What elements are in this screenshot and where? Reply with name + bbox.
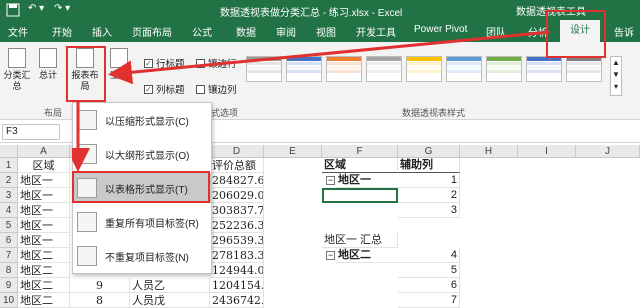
menu-item-no-repeat-labels[interactable]: 不重复项目标签(N) <box>73 241 211 271</box>
subtotals-button[interactable]: 分类汇总 <box>0 48 34 92</box>
cell-d[interactable]: 284827.60 <box>210 173 264 188</box>
row-header[interactable]: 4 <box>0 203 18 218</box>
row-header[interactable]: 6 <box>0 233 18 248</box>
column-header[interactable]: J <box>576 145 640 158</box>
banded-cols-label: 镶边列 <box>208 85 237 96</box>
group-styles-label: 数据透视表样式 <box>402 108 466 118</box>
no-repeat-labels-icon <box>77 246 97 266</box>
grand-totals-icon <box>39 48 57 68</box>
unchecked-box-icon <box>196 84 205 94</box>
pivot-subtotal-label[interactable]: 地区一 汇总 <box>322 233 398 248</box>
arrow-icon <box>108 30 551 84</box>
cell-a[interactable]: 地区二 <box>18 263 70 278</box>
pivot-row-label[interactable]: 地区一 <box>336 173 398 188</box>
row-header[interactable]: 3 <box>0 188 18 203</box>
column-header[interactable]: I <box>518 145 576 158</box>
annotation-box-tabular <box>72 171 210 203</box>
arrow-icon <box>72 102 90 172</box>
cell-a[interactable]: 地区二 <box>18 278 70 293</box>
cell-c[interactable]: 人员戊 <box>130 293 210 308</box>
cell-a[interactable]: 地区一 <box>18 218 70 233</box>
cell-a[interactable]: 地区一 <box>18 203 70 218</box>
cell-d[interactable]: 206029.06 <box>210 188 264 203</box>
save-icon[interactable] <box>6 3 20 17</box>
gallery-scroll-icon[interactable]: ▲ ▼ ▾ <box>610 56 622 96</box>
cell-a[interactable]: 地区二 <box>18 293 70 308</box>
pivot-value[interactable]: 7 <box>398 293 460 308</box>
grand-totals-button[interactable]: 总计 <box>34 48 62 81</box>
cell-a1[interactable]: 区域 <box>18 158 70 173</box>
pivot-value[interactable]: 2 <box>398 188 460 203</box>
tab-tell-me[interactable]: 告诉 <box>614 24 634 39</box>
menu-item-repeat-labels[interactable]: 重复所有项目标签(R) <box>73 207 211 237</box>
pivot-row-label[interactable]: 地区二 <box>336 248 398 263</box>
cell-d[interactable]: 278183.30 <box>210 248 264 263</box>
cell-b[interactable]: 8 <box>70 293 130 308</box>
row-header[interactable]: 7 <box>0 248 18 263</box>
menu-item-label: 重复所有项目标签(R) <box>105 218 199 230</box>
pivot-value[interactable]: 6 <box>398 278 460 293</box>
column-header[interactable]: E <box>264 145 322 158</box>
grand-totals-label: 总计 <box>38 70 57 80</box>
cell-a[interactable]: 地区一 <box>18 173 70 188</box>
cell-b[interactable]: 9 <box>70 278 130 293</box>
group-layout-label: 布局 <box>44 108 63 118</box>
row-header[interactable]: 8 <box>0 263 18 278</box>
repeat-labels-icon <box>77 212 97 232</box>
pivot-header-helper[interactable]: 辅助列 <box>398 158 460 173</box>
column-header[interactable]: F <box>322 145 398 158</box>
column-header[interactable]: A <box>18 145 70 158</box>
pivot-value[interactable]: 3 <box>398 203 460 218</box>
row-header[interactable]: 1 <box>0 158 18 173</box>
name-box[interactable]: F3 <box>2 124 60 140</box>
subtotals-icon <box>8 48 26 68</box>
pivot-style-tile[interactable] <box>566 56 602 82</box>
col-headers-label: 列标题 <box>156 85 185 96</box>
redo-icon[interactable]: ↷ ▾ <box>54 3 70 14</box>
row-header[interactable]: 5 <box>0 218 18 233</box>
selected-cell-f3[interactable] <box>322 188 398 203</box>
menu-item-compact[interactable]: 以压缩形式显示(C) <box>73 105 211 135</box>
checkmark-icon: ✓ <box>144 84 153 94</box>
cell-d[interactable]: 1204154.88 <box>210 278 264 293</box>
column-header[interactable]: G <box>398 145 460 158</box>
cell-d[interactable]: 2436742.00 <box>210 293 264 308</box>
excel-window: ↶ ▾ ↷ ▾ 数据透视表做分类汇总 - 练习.xlsx - Excel 数据透… <box>0 0 640 308</box>
pivot-value[interactable]: 4 <box>398 248 460 263</box>
collapse-icon[interactable]: − <box>326 251 335 260</box>
menu-item-outline[interactable]: 以大纲形式显示(O) <box>73 139 211 169</box>
row-header[interactable]: 10 <box>0 293 18 308</box>
menu-item-label: 以压缩形式显示(C) <box>105 116 189 128</box>
row-header[interactable]: 2 <box>0 173 18 188</box>
pivot-header-region[interactable]: 区域 <box>322 158 398 173</box>
menu-item-label: 不重复项目标签(N) <box>105 252 189 264</box>
cell-d[interactable]: 303837.76 <box>210 203 264 218</box>
banded-cols-checkbox[interactable]: 镶边列 <box>196 82 237 96</box>
col-headers-checkbox[interactable]: ✓ 列标题 <box>144 82 185 96</box>
cell-d[interactable]: 124944.00 <box>210 263 264 278</box>
cell-d[interactable]: 252236.30 <box>210 218 264 233</box>
subtotals-label: 分类汇总 <box>3 70 31 91</box>
pivot-value[interactable]: 5 <box>398 263 460 278</box>
collapse-icon[interactable]: − <box>326 176 335 185</box>
title-bar: ↶ ▾ ↷ ▾ 数据透视表做分类汇总 - 练习.xlsx - Excel 数据透… <box>0 0 640 20</box>
row-header[interactable]: 9 <box>0 278 18 293</box>
cell-a[interactable]: 地区一 <box>18 188 70 203</box>
cell-d1[interactable]: 评价总额 <box>210 158 264 173</box>
pivot-value[interactable]: 1 <box>398 173 460 188</box>
tab-home[interactable]: 开始 <box>52 24 72 39</box>
cell-a[interactable]: 地区二 <box>18 248 70 263</box>
column-header[interactable]: D <box>210 145 264 158</box>
select-all-corner[interactable] <box>0 145 18 158</box>
cell-c[interactable]: 人员乙 <box>130 278 210 293</box>
tab-file[interactable]: 文件 <box>8 24 28 39</box>
cell-a[interactable]: 地区一 <box>18 233 70 248</box>
undo-icon[interactable]: ↶ ▾ <box>28 3 44 14</box>
column-header[interactable]: H <box>460 145 518 158</box>
cell-d[interactable]: 296539.34 <box>210 233 264 248</box>
window-title: 数据透视表做分类汇总 - 练习.xlsx - Excel <box>220 8 403 19</box>
menu-item-label: 以大纲形式显示(O) <box>105 150 190 162</box>
